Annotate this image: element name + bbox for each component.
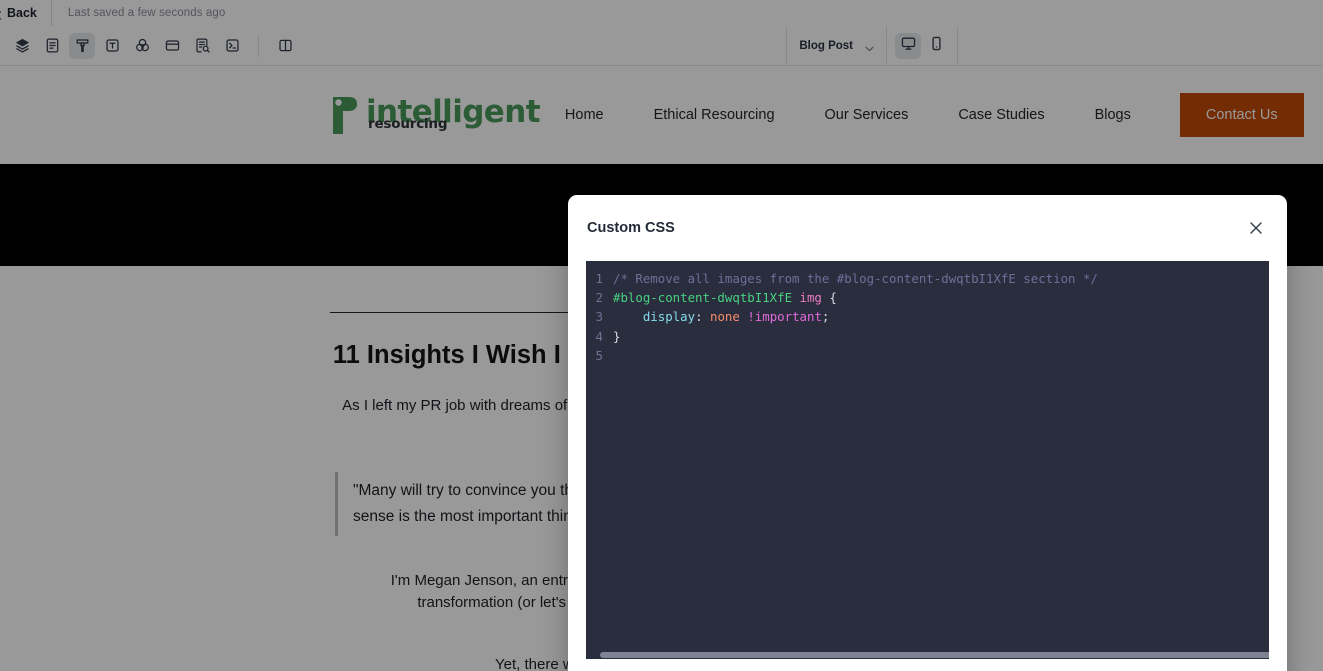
code-line[interactable]: 3 display: none !important;	[586, 307, 1269, 326]
code-line-text: }	[613, 328, 621, 344]
css-code-editor[interactable]: 1 /* Remove all images from the #blog-con…	[586, 261, 1269, 659]
code-line-text: /* Remove all images from the #blog-cont…	[613, 271, 1098, 286]
code-line-text: #blog-content-dwqtbI1XfE img {	[613, 290, 837, 306]
code-line-number: 4	[595, 328, 603, 344]
code-line[interactable]: 5	[586, 346, 1269, 365]
code-line-text: display: none !important;	[642, 309, 830, 325]
custom-css-modal: Custom CSS 1 /* Remove all images from th…	[568, 195, 1287, 671]
close-icon[interactable]	[1245, 217, 1267, 239]
code-lines-container: 1 /* Remove all images from the #blog-con…	[586, 261, 1269, 365]
editor-horizontal-scrollbar[interactable]	[586, 651, 1269, 659]
code-line-number: 2	[595, 290, 603, 306]
screen-root: intelligent resourcing Home Ethical Reso…	[0, 0, 1323, 671]
code-line[interactable]: 1 /* Remove all images from the #blog-con…	[586, 269, 1269, 288]
code-line[interactable]: 2 #blog-content-dwqtbI1XfE img {	[586, 288, 1269, 307]
editor-scrollbar-thumb[interactable]	[600, 652, 1269, 658]
code-line-number: 3	[595, 309, 603, 325]
modal-header: Custom CSS	[568, 195, 1287, 261]
code-line-number: 5	[595, 347, 603, 363]
modal-title: Custom CSS	[587, 220, 675, 236]
code-line-number: 1	[595, 271, 603, 286]
code-line[interactable]: 4}	[586, 327, 1269, 346]
